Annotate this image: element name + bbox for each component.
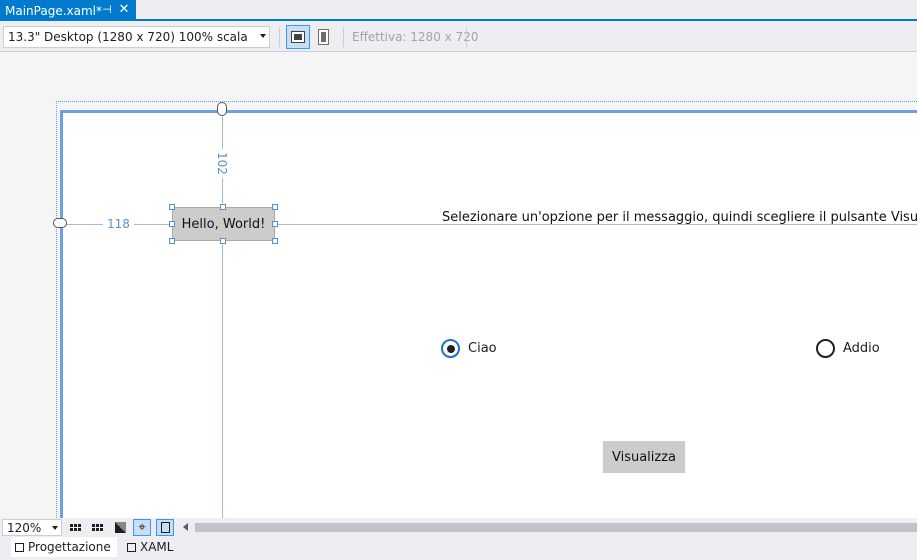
toggle-artboard-background-button[interactable] — [111, 519, 129, 536]
zoom-dropdown[interactable]: 120% — [2, 519, 62, 536]
link-icon[interactable] — [53, 218, 67, 228]
hello-world-button[interactable]: Hello, World! — [172, 207, 275, 241]
resize-handle[interactable] — [169, 238, 175, 244]
scrollbar-thumb[interactable] — [195, 523, 917, 532]
xaml-view-icon — [127, 542, 136, 552]
margin-top-label: 102 — [215, 149, 229, 178]
tab-xaml[interactable]: XAML — [123, 537, 177, 557]
radio-goodbye-label: Addio — [843, 341, 880, 356]
device-preview-value: 13.3" Desktop (1280 x 720) 100% scala — [8, 30, 248, 44]
project-code-icon — [160, 522, 170, 533]
device-preview-dropdown[interactable]: 13.3" Desktop (1280 x 720) 100% scala — [3, 26, 270, 48]
radio-unchecked-icon — [816, 339, 835, 358]
document-tab-strip: MainPage.xaml* ⊣ ✕ — [0, 0, 917, 21]
toolbar-divider — [343, 27, 344, 47]
zoom-value: 120% — [7, 521, 42, 535]
snap-to-snaplines-button[interactable]: ⌖ — [133, 519, 151, 536]
pin-icon[interactable]: ⊣ — [101, 3, 113, 17]
landscape-orientation-button[interactable] — [286, 25, 310, 49]
radio-checked-icon — [441, 339, 460, 358]
page-guide-vertical — [56, 101, 57, 518]
tab-mainpage-xaml[interactable]: MainPage.xaml* ⊣ ✕ — [0, 0, 136, 21]
effective-resolution-label: Effettiva: 1280 x 720 — [352, 30, 479, 44]
radio-hello-label: Ciao — [468, 341, 497, 356]
toolbar-divider — [279, 27, 280, 47]
chevron-down-icon — [52, 526, 58, 530]
design-surface[interactable]: 118 102 — [0, 52, 917, 518]
snaplines-icon: ⌖ — [138, 520, 146, 535]
checkerboard-icon — [114, 522, 126, 533]
radio-goodbye[interactable]: Addio — [816, 339, 880, 358]
portrait-orientation-button[interactable] — [311, 25, 335, 49]
resize-handle[interactable] — [272, 221, 278, 227]
view-tabs: Progettazione XAML — [0, 537, 917, 560]
show-grid-button[interactable] — [66, 519, 84, 536]
resize-handle[interactable] — [272, 238, 278, 244]
resize-handle[interactable] — [272, 204, 278, 210]
designer-zoom-bar: 120% ⌖ — [0, 518, 917, 537]
page-artboard[interactable] — [60, 110, 917, 518]
snap-to-grid-button[interactable] — [88, 519, 106, 536]
close-icon[interactable]: ✕ — [118, 3, 130, 17]
tab-design[interactable]: Progettazione — [11, 537, 117, 557]
tab-xaml-label: XAML — [140, 540, 174, 554]
resize-handle[interactable] — [220, 204, 226, 210]
toolbar-divider — [466, 27, 467, 47]
horizontal-scrollbar[interactable] — [183, 520, 917, 535]
tab-title: MainPage.xaml* — [5, 3, 102, 18]
link-icon[interactable] — [217, 102, 227, 116]
design-view-icon — [15, 542, 24, 552]
show-button[interactable]: Visualizza — [603, 441, 685, 473]
tab-design-label: Progettazione — [28, 540, 111, 554]
page-guide-horizontal — [56, 101, 917, 102]
chevron-down-icon — [260, 34, 266, 38]
grid-icon — [69, 524, 81, 531]
scroll-left-icon[interactable] — [183, 523, 188, 531]
project-code-button[interactable] — [156, 519, 174, 536]
resize-handle[interactable] — [220, 238, 226, 244]
designer-toolbar: 13.3" Desktop (1280 x 720) 100% scala Ef… — [0, 21, 917, 52]
alignment-guide-vertical — [222, 241, 223, 518]
instructions-text: Selezionare un'opzione per il messaggio,… — [442, 210, 917, 225]
resize-handle[interactable] — [169, 204, 175, 210]
radio-hello[interactable]: Ciao — [441, 339, 497, 358]
snap-grid-icon — [91, 524, 103, 531]
margin-left-label: 118 — [103, 217, 134, 231]
resize-handle[interactable] — [169, 221, 175, 227]
